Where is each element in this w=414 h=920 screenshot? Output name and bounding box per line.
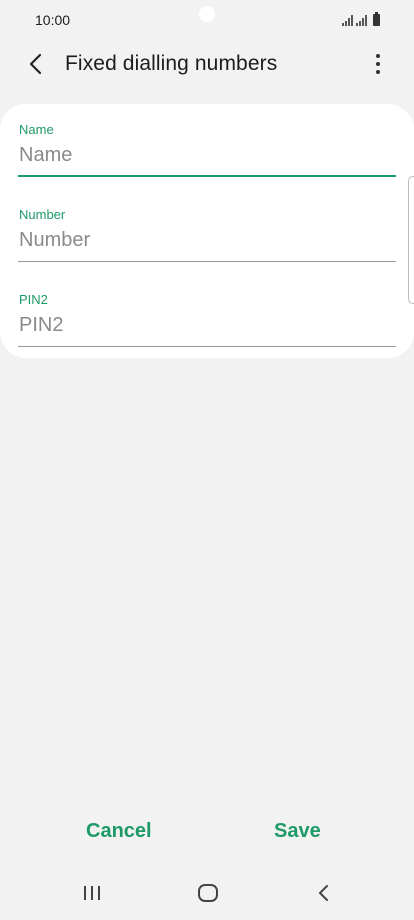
number-field[interactable]: Number — [18, 207, 396, 277]
name-field-label: Name — [19, 122, 54, 137]
save-button[interactable]: Save — [274, 820, 321, 843]
status-bar: 10:00 — [0, 0, 414, 40]
signal-icon — [342, 14, 353, 26]
more-vertical-icon — [376, 54, 380, 58]
cancel-button[interactable]: Cancel — [86, 820, 152, 843]
scroll-handle[interactable] — [408, 176, 414, 304]
chevron-left-icon — [29, 53, 42, 75]
home-button[interactable] — [186, 876, 230, 910]
recents-icon — [84, 886, 100, 900]
nav-back-button[interactable] — [302, 876, 346, 910]
pin2-field-label: PIN2 — [19, 292, 48, 307]
number-input[interactable] — [18, 223, 396, 257]
number-field-label: Number — [19, 207, 66, 222]
home-icon — [198, 884, 218, 902]
battery-icon — [373, 12, 380, 26]
camera-cutout — [199, 6, 215, 22]
screen: 10:00 Fixed dialling numbers Name Name N… — [0, 0, 414, 920]
name-input[interactable] — [18, 138, 396, 172]
action-bar: Cancel Save — [0, 808, 414, 858]
name-field-underline — [18, 175, 396, 177]
pin2-input[interactable] — [18, 308, 396, 342]
form-card: Name Number PIN2 — [0, 104, 414, 358]
nav-back-icon — [319, 885, 328, 901]
status-icons — [342, 12, 380, 26]
more-options-button[interactable] — [366, 50, 390, 78]
page-title: Fixed dialling numbers — [65, 52, 278, 75]
name-field[interactable]: Name — [18, 122, 396, 192]
number-field-underline — [18, 261, 396, 262]
recents-button[interactable] — [70, 876, 114, 910]
signal-icon-2 — [356, 14, 367, 26]
status-time: 10:00 — [35, 12, 71, 28]
app-header: Fixed dialling numbers — [0, 40, 414, 88]
navigation-bar — [0, 866, 414, 920]
back-button[interactable] — [20, 48, 52, 80]
pin2-field-underline — [18, 346, 396, 347]
pin2-field[interactable]: PIN2 — [18, 292, 396, 362]
